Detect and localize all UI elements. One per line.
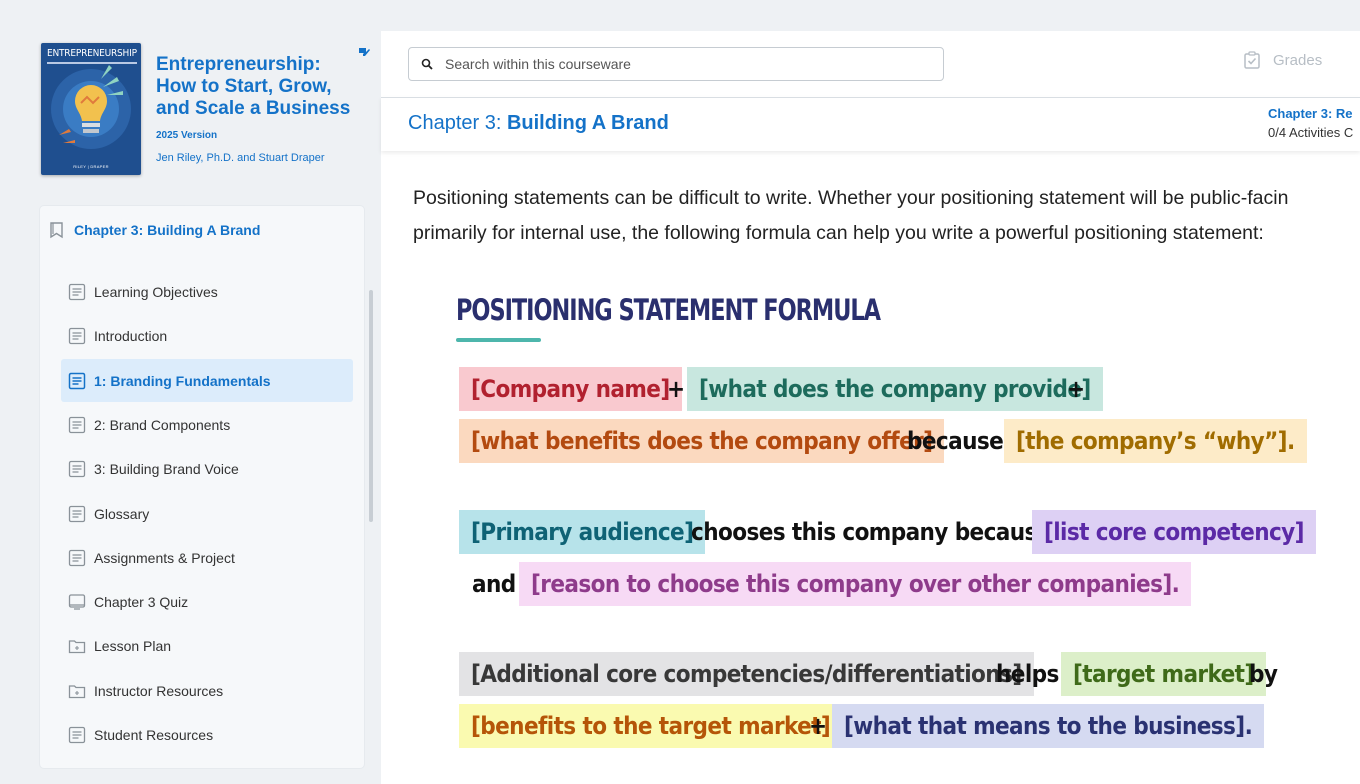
cover-authors: RILEY | DRAPER	[73, 164, 109, 169]
plus-sign: +	[667, 375, 685, 403]
bookmark-edit-icon[interactable]	[358, 47, 370, 59]
toc-item-lesson-plan[interactable]: Lesson Plan	[61, 624, 353, 667]
chapter-progress[interactable]: Chapter 3: Re 0/4 Activities C	[1268, 106, 1353, 140]
toc-item-label: Student Resources	[94, 726, 214, 743]
toc-item-label: Introduction	[94, 327, 168, 344]
book-info: ENTREPRENEURSHIP RILEY | DRAPER Entrepre…	[40, 42, 370, 177]
chip-additional-competencies: [Additional core competencies/differenti…	[459, 652, 1034, 696]
chip-company-provides: [what does the company provide]	[687, 367, 1103, 411]
book-title[interactable]: Entrepreneurship: How to Start, Grow, an…	[156, 54, 366, 120]
formula-heading: POSITIONING STATEMENT FORMULA	[456, 293, 881, 327]
search-input[interactable]	[443, 55, 923, 73]
intro-paragraph: Positioning statements can be difficult …	[413, 181, 1360, 251]
toc-item-student-resources[interactable]: Student Resources	[61, 713, 353, 756]
toc-item-label: Glossary	[94, 505, 150, 522]
search-box[interactable]	[408, 47, 944, 81]
heading-underline	[456, 338, 541, 342]
toc-item-glossary[interactable]: Glossary	[61, 492, 353, 535]
folder-icon	[68, 639, 86, 653]
chapter-header-bar: Chapter 3: Building A Brand Chapter 3: R…	[381, 97, 1360, 151]
toc-scrollbar[interactable]	[369, 290, 373, 522]
plus-sign: +	[1067, 375, 1085, 403]
toc-item-label: 1: Branding Fundamentals	[94, 372, 271, 389]
chapter-progress-title: Chapter 3: Re	[1268, 106, 1353, 121]
chapter-activities-count: 0/4 Activities C	[1268, 125, 1354, 140]
page-icon	[68, 505, 86, 522]
chip-reason-to-choose: [reason to choose this company over othe…	[519, 562, 1192, 606]
chip-company-name: [Company name]	[459, 367, 682, 411]
word-because: because	[907, 427, 1004, 455]
toc-item-learning-objectives[interactable]: Learning Objectives	[61, 270, 353, 313]
quiz-icon	[68, 593, 86, 610]
toc-item-brand-components[interactable]: 2: Brand Components	[61, 403, 353, 446]
toc-item-label: 3: Building Brand Voice	[94, 460, 239, 477]
chip-primary-audience: [Primary audience]	[459, 510, 706, 554]
toc-item-chapter-quiz[interactable]: Chapter 3 Quiz	[61, 580, 353, 623]
toc-item-label: Learning Objectives	[94, 283, 218, 300]
toc-item-label: Chapter 3 Quiz	[94, 593, 189, 610]
word-and: and	[472, 570, 516, 598]
words-chooses-company: chooses this company because	[691, 518, 1051, 546]
toc-item-assignments-project[interactable]: Assignments & Project	[61, 536, 353, 579]
paragraph-line: Positioning statements can be difficult …	[413, 187, 1289, 209]
toc-chapter-label: Chapter 3: Building A Brand	[74, 222, 261, 238]
chip-target-market: [target market]	[1061, 652, 1266, 696]
chip-core-competency: [list core competency]	[1032, 510, 1316, 554]
toc-item-introduction[interactable]: Introduction	[61, 314, 353, 357]
toc-item-branding-fundamentals[interactable]: 1: Branding Fundamentals	[61, 359, 353, 402]
book-version: 2025 Version	[156, 130, 218, 141]
grades-label: Grades	[1273, 51, 1323, 69]
word-by: by	[1249, 660, 1278, 688]
toc-item-instructor-resources[interactable]: Instructor Resources	[61, 669, 353, 712]
lightbulb-illustration-icon	[51, 65, 131, 149]
toc-item-label: 2: Brand Components	[94, 416, 231, 433]
chip-benefits-target-market: [benefits to the target market]	[459, 704, 843, 748]
clipboard-check-icon	[1244, 51, 1260, 69]
page-icon	[68, 460, 86, 477]
page-icon	[68, 283, 86, 300]
word-helps: helps	[996, 660, 1059, 688]
search-icon	[421, 58, 433, 70]
paragraph-line: primarily for internal use, the followin…	[413, 222, 1264, 244]
bookmark-icon	[50, 222, 63, 239]
toc-item-building-brand-voice[interactable]: 3: Building Brand Voice	[61, 447, 353, 490]
plus-sign: +	[809, 712, 827, 740]
chapter-title: Chapter 3: Building A Brand	[408, 112, 669, 135]
book-cover[interactable]: ENTREPRENEURSHIP RILEY | DRAPER	[41, 43, 141, 175]
page-icon	[68, 549, 86, 566]
chip-meaning-to-business: [what that means to the business].	[832, 704, 1265, 748]
chapter-name: Building A Brand	[506, 112, 669, 134]
toc-item-label: Instructor Resources	[94, 682, 224, 699]
book-authors: Jen Riley, Ph.D. and Stuart Draper	[156, 152, 325, 164]
chip-company-benefits: [what benefits does the company offer]	[459, 419, 945, 463]
toc-item-label: Lesson Plan	[94, 637, 172, 654]
main-content: Grades Chapter 3: Building A Brand Chapt…	[381, 31, 1360, 784]
page-icon	[68, 327, 86, 344]
grades-button[interactable]: Grades	[1243, 51, 1322, 69]
toc-chapter-header[interactable]: Chapter 3: Building A Brand	[48, 219, 260, 241]
toc-item-label: Assignments & Project	[94, 549, 235, 566]
page-icon	[68, 372, 86, 389]
page-icon	[68, 726, 86, 743]
chip-company-why: [the company’s “why”].	[1004, 419, 1307, 463]
table-of-contents: Chapter 3: Building A Brand Learning Obj…	[40, 206, 364, 768]
chapter-prefix: Chapter 3:	[408, 112, 507, 134]
page-icon	[68, 416, 86, 433]
folder-icon	[68, 684, 86, 698]
